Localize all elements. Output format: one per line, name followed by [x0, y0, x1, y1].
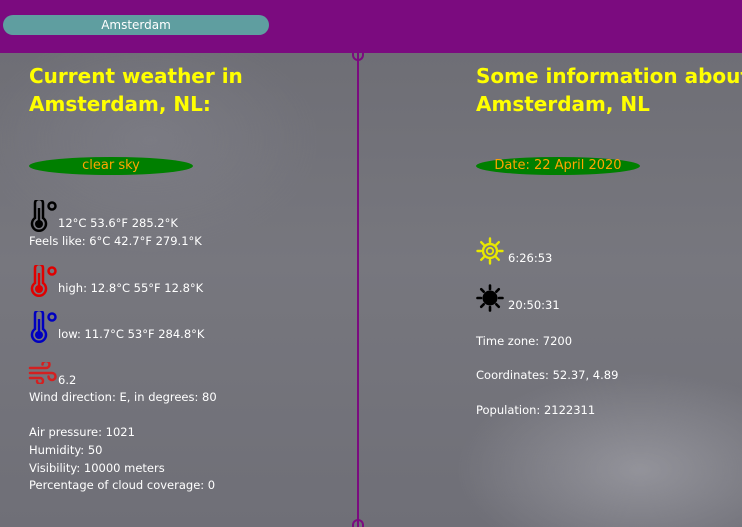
cloud-coverage-text: Percentage of cloud coverage: 0	[29, 478, 216, 492]
feels-like-text: Feels like: 6°C 42.7°F 279.1°K	[29, 234, 202, 248]
air-pressure-text: Air pressure: 1021	[29, 425, 135, 439]
thermometer-black-icon	[30, 200, 57, 232]
wind-icon	[28, 362, 57, 384]
humidity-text: Humidity: 50	[29, 443, 103, 457]
sun-filled-icon	[476, 284, 504, 312]
date-badge: Date: 22 April 2020	[476, 157, 640, 175]
city-info-heading-line2: Amsterdam, NL	[476, 92, 650, 116]
divider-top-cap	[352, 53, 364, 61]
top-bar	[0, 0, 742, 53]
column-divider	[357, 53, 359, 527]
sun-outline-icon	[476, 237, 504, 265]
wind-direction-text: Wind direction: E, in degrees: 80	[29, 390, 217, 404]
sunrise-time-text: 6:26:53	[508, 251, 553, 265]
sunset-time-text: 20:50:31	[508, 298, 560, 312]
high-temperature-text: high: 12.8°C 55°F 12.8°K	[58, 281, 204, 295]
current-weather-heading-line2: Amsterdam, NL:	[29, 92, 211, 116]
visibility-text: Visibility: 10000 meters	[29, 461, 165, 475]
coordinates-text: Coordinates: 52.37, 4.89	[476, 368, 619, 382]
city-info-heading-line1: Some information about	[476, 64, 742, 88]
condition-badge: clear sky	[29, 157, 193, 175]
timezone-text: Time zone: 7200	[476, 334, 573, 348]
temperature-text: 12°C 53.6°F 285.2°K	[58, 216, 178, 230]
divider-bottom-cap	[352, 519, 364, 527]
thermometer-red-icon	[30, 265, 57, 297]
low-temperature-text: low: 11.7°C 53°F 284.8°K	[58, 327, 205, 341]
wind-speed-text: 6.2	[58, 373, 77, 387]
current-weather-heading-line1: Current weather in	[29, 64, 243, 88]
population-text: Population: 2122311	[476, 403, 596, 417]
city-search-input[interactable]	[3, 15, 269, 35]
thermometer-blue-icon	[30, 311, 57, 343]
